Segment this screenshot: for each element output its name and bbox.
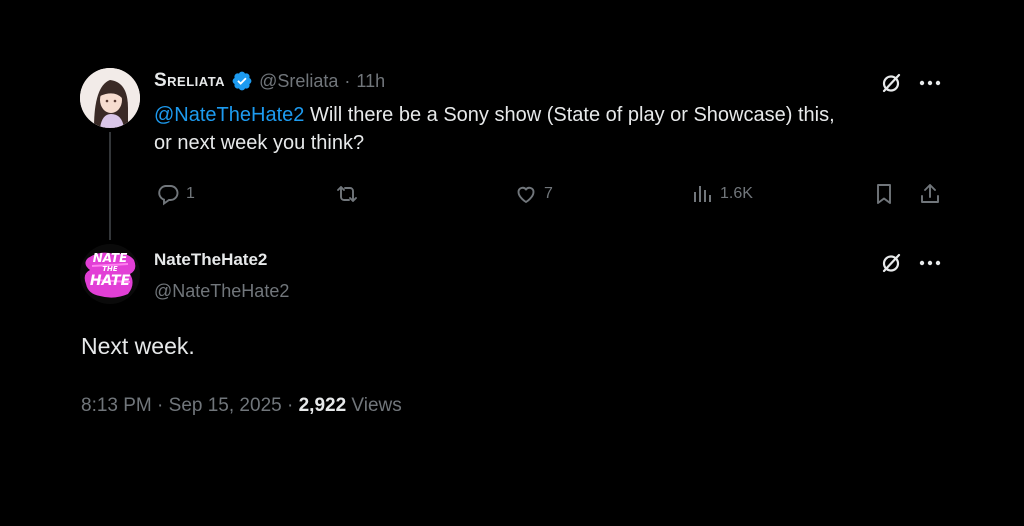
- thread-connector-line: [109, 132, 111, 240]
- parent-tweet-text: @NateTheHate2 Will there be a Sony show …: [154, 101, 974, 157]
- natethehate-avatar[interactable]: NATE THE HATE: [80, 244, 140, 304]
- grok-icon[interactable]: [877, 250, 905, 276]
- main-tweet-text: Next week.: [81, 333, 195, 359]
- mention-link[interactable]: @NateTheHate2: [154, 104, 304, 126]
- like-icon: [514, 182, 538, 206]
- avatar-text-mid: THE: [102, 265, 118, 273]
- retweet-button[interactable]: [334, 182, 360, 206]
- views-count: 1.6K: [720, 185, 753, 202]
- like-button[interactable]: 7: [514, 182, 553, 206]
- sreliata-display-name[interactable]: Sreliata: [154, 70, 225, 92]
- more-icon[interactable]: [917, 72, 943, 94]
- tweet-time[interactable]: 11h: [356, 71, 385, 92]
- text-line2: or next week you think?: [154, 132, 365, 154]
- tweet-timestamp[interactable]: 8:13 PM: [81, 395, 152, 416]
- meta-separator-2: ·: [286, 395, 294, 416]
- natethehate-handle[interactable]: @NateTheHate2: [154, 281, 289, 302]
- retweet-icon: [334, 182, 360, 206]
- reply-count: 1: [186, 185, 195, 202]
- meta-separator-1: ·: [157, 395, 164, 416]
- views-total[interactable]: 2,922: [299, 395, 347, 416]
- bookmark-icon[interactable]: [872, 182, 896, 206]
- more-icon[interactable]: [917, 252, 943, 274]
- share-icon[interactable]: [918, 182, 942, 206]
- tweet-metadata: 8:13 PM · Sep 15, 2025 · 2,922 Views: [81, 395, 402, 417]
- verified-badge-icon: [231, 70, 253, 92]
- natethehate-display-name[interactable]: NateTheHate2: [154, 250, 267, 270]
- reply-icon: [156, 182, 180, 206]
- sreliata-avatar-illustration: [80, 68, 140, 128]
- header-separator: ·: [344, 70, 351, 91]
- sreliata-avatar[interactable]: [80, 68, 140, 128]
- like-count: 7: [544, 185, 553, 202]
- avatar-text-bottom: HATE: [89, 273, 131, 289]
- views-label: Views: [351, 395, 402, 416]
- sreliata-handle[interactable]: @Sreliata: [259, 71, 338, 92]
- reply-button[interactable]: 1: [156, 182, 195, 206]
- text-line1: Will there be a Sony show (State of play…: [304, 104, 835, 126]
- tweet-date[interactable]: Sep 15, 2025: [169, 395, 282, 416]
- grok-icon[interactable]: [877, 70, 905, 96]
- views-button[interactable]: 1.6K: [692, 182, 753, 206]
- avatar-text-top: NATE: [92, 251, 128, 265]
- parent-tweet-header: Sreliata @Sreliata · 11h: [154, 70, 385, 92]
- views-icon: [692, 182, 714, 206]
